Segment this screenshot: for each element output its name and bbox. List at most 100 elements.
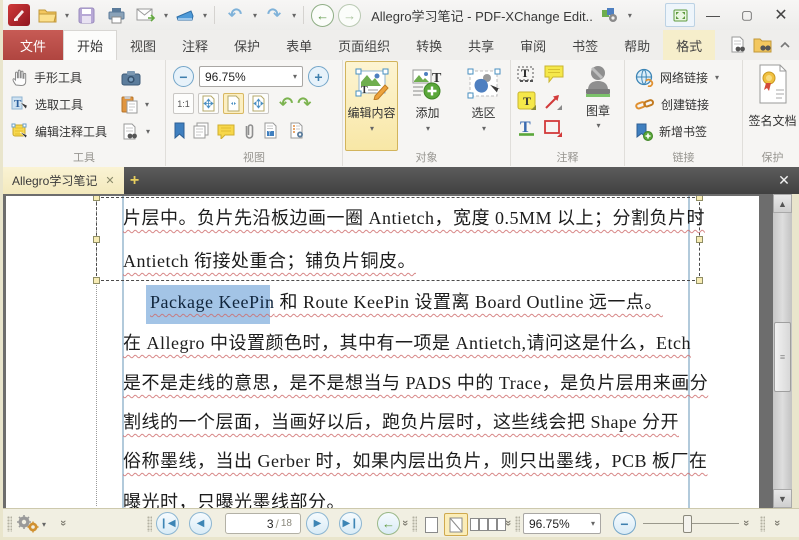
toolbar-grip[interactable] bbox=[7, 516, 12, 532]
tab-protect[interactable]: 保护 bbox=[221, 30, 273, 60]
rotate-ccw-button[interactable]: ↶ bbox=[279, 95, 293, 112]
email-button[interactable] bbox=[133, 3, 159, 27]
two-page-continuous-button[interactable] bbox=[487, 513, 507, 536]
first-page-button[interactable]: ❙◀ bbox=[156, 512, 179, 535]
web-link-caret[interactable]: ▾ bbox=[715, 73, 719, 82]
tab-review[interactable]: 审阅 bbox=[507, 30, 559, 60]
forward-button[interactable]: → bbox=[338, 3, 362, 27]
sticky-note-tool-button[interactable] bbox=[543, 64, 569, 91]
actual-size-button[interactable]: 1:1 bbox=[173, 93, 194, 114]
web-link-button[interactable]: 网络链接 ▾ bbox=[627, 64, 719, 91]
fit-visible-button[interactable] bbox=[198, 93, 219, 114]
selection-handle-top-right[interactable] bbox=[696, 196, 703, 201]
email-dropdown-caret[interactable]: ▾ bbox=[164, 11, 168, 20]
session-settings-icon[interactable] bbox=[597, 3, 623, 27]
pdf-page[interactable]: 片层中。负片先沿板边画一圈 Antietch，宽度 0.5MM 以上；分割负片时… bbox=[6, 196, 759, 508]
status-options-caret[interactable]: ▾ bbox=[42, 520, 46, 529]
print-button[interactable] bbox=[103, 3, 129, 27]
single-page-layout-button[interactable] bbox=[419, 513, 443, 536]
open-dropdown-caret[interactable]: ▾ bbox=[65, 11, 69, 20]
session-dropdown-caret[interactable]: ▾ bbox=[628, 11, 632, 20]
fullscreen-toggle-button[interactable] bbox=[665, 3, 695, 27]
tab-form[interactable]: 表单 bbox=[273, 30, 325, 60]
status-zoom-out-button[interactable]: − bbox=[613, 512, 636, 535]
document-tab[interactable]: Allegro学习笔记 ✕ bbox=[3, 167, 124, 194]
zoom-in-button[interactable]: + bbox=[308, 66, 329, 87]
statusbar-overflow-chevron[interactable]: » bbox=[771, 520, 783, 524]
selection-handle-bottom-left[interactable] bbox=[93, 277, 100, 284]
find-dropdown-caret[interactable]: ▾ bbox=[146, 127, 150, 136]
tab-share[interactable]: 共享 bbox=[455, 30, 507, 60]
selection-handle-mid-left[interactable] bbox=[93, 236, 100, 243]
zoom-more-chevron[interactable]: » bbox=[740, 520, 752, 524]
open-button[interactable] bbox=[34, 3, 60, 27]
previous-view-button[interactable]: ← bbox=[377, 512, 400, 535]
next-page-button[interactable]: ▶ bbox=[306, 512, 329, 535]
zoom-slider-handle[interactable] bbox=[683, 515, 692, 533]
stamp-button[interactable]: 图章 ▾ bbox=[575, 64, 621, 130]
tab-format[interactable]: 格式 bbox=[663, 30, 716, 60]
edit-comment-tool-button[interactable]: 编辑注释工具 bbox=[3, 118, 115, 145]
tab-home[interactable]: 开始 bbox=[63, 30, 118, 60]
snapshot-button[interactable] bbox=[121, 64, 150, 91]
zoom-toolbar-grip[interactable] bbox=[515, 516, 520, 532]
find-in-folder-icon[interactable] bbox=[753, 37, 773, 53]
paste-dropdown-caret[interactable]: ▾ bbox=[145, 100, 149, 109]
tab-convert[interactable]: 转换 bbox=[403, 30, 455, 60]
save-button[interactable] bbox=[73, 3, 99, 27]
document-tab-close-icon[interactable]: ✕ bbox=[105, 174, 114, 187]
tab-help[interactable]: 帮助 bbox=[611, 30, 663, 60]
scroll-down-arrow[interactable]: ▼ bbox=[773, 489, 792, 508]
zoom-level-combo[interactable]: 96.75% ▾ bbox=[199, 66, 303, 87]
scan-button[interactable] bbox=[172, 3, 198, 27]
maximize-button[interactable]: ▢ bbox=[731, 3, 763, 27]
redo-button[interactable]: ↷ bbox=[261, 3, 287, 27]
layout-toolbar-grip[interactable] bbox=[412, 516, 417, 532]
right-toolbar-grip[interactable] bbox=[760, 516, 765, 532]
expand-toolbar-chevron[interactable]: » bbox=[57, 520, 69, 524]
scroll-up-arrow[interactable]: ▲ bbox=[773, 194, 792, 213]
sign-document-button[interactable]: 签名文档 bbox=[746, 64, 799, 129]
tab-view[interactable]: 视图 bbox=[117, 30, 169, 60]
two-page-layout-button[interactable] bbox=[469, 513, 489, 536]
select-tool-button[interactable]: T 选取工具 bbox=[3, 91, 115, 118]
collapse-ribbon-button[interactable] bbox=[779, 41, 791, 49]
status-zoom-combo[interactable]: 96.75% ▾ bbox=[523, 513, 601, 534]
last-page-button[interactable]: ▶❙ bbox=[339, 512, 362, 535]
nav-toolbar-grip[interactable] bbox=[147, 516, 152, 532]
edit-content-button[interactable]: T 编辑内容 ▾ bbox=[345, 61, 398, 151]
document-options-button[interactable] bbox=[289, 122, 305, 139]
text-box-tool-button[interactable]: T bbox=[517, 91, 543, 118]
close-document-button[interactable]: ✕ bbox=[769, 167, 799, 194]
tab-comment[interactable]: 注释 bbox=[169, 30, 221, 60]
thumbnails-pane-button[interactable] bbox=[193, 122, 210, 139]
status-options-button[interactable]: ▾ bbox=[15, 514, 46, 534]
tab-file[interactable]: 文件 bbox=[3, 30, 63, 60]
previous-page-button[interactable]: ◀ bbox=[189, 512, 212, 535]
scrollbar-thumb[interactable]: ≡ bbox=[774, 322, 791, 392]
add-object-button[interactable]: T 添加 ▾ bbox=[401, 61, 454, 151]
rotate-cw-button[interactable]: ↷ bbox=[297, 95, 311, 112]
fields-pane-button[interactable]: T bbox=[263, 122, 278, 139]
selection-handle-bottom-right[interactable] bbox=[696, 277, 703, 284]
selection-handle-mid-right[interactable] bbox=[696, 236, 703, 243]
nav-more-chevron[interactable]: » bbox=[399, 520, 411, 524]
bookmarks-pane-button[interactable] bbox=[173, 122, 186, 139]
find-in-document-icon[interactable] bbox=[729, 36, 747, 54]
select-objects-button[interactable]: 选区 ▾ bbox=[457, 61, 510, 151]
hand-tool-button[interactable]: 手形工具 bbox=[3, 64, 115, 91]
undo-dropdown-caret[interactable]: ▾ bbox=[253, 11, 257, 20]
tab-bookmarks[interactable]: 书签 bbox=[559, 30, 611, 60]
add-bookmark-button[interactable]: 新增书签 bbox=[627, 118, 719, 145]
typewriter-tool-button[interactable]: T bbox=[517, 64, 543, 91]
fit-width-layout-button[interactable] bbox=[444, 513, 468, 536]
fit-page-button[interactable] bbox=[223, 93, 244, 114]
vertical-scrollbar[interactable]: ▲ ≡ ▼ bbox=[773, 194, 792, 508]
create-link-button[interactable]: 创建链接 bbox=[627, 91, 719, 118]
paste-button[interactable]: ▾ bbox=[121, 91, 150, 118]
rectangle-tool-button[interactable] bbox=[543, 118, 569, 145]
scan-dropdown-caret[interactable]: ▾ bbox=[203, 11, 207, 20]
page-number-field[interactable]: 3 / 18 bbox=[225, 513, 301, 534]
undo-button[interactable]: ↶ bbox=[222, 3, 248, 27]
find-button[interactable]: ▾ bbox=[121, 118, 150, 145]
